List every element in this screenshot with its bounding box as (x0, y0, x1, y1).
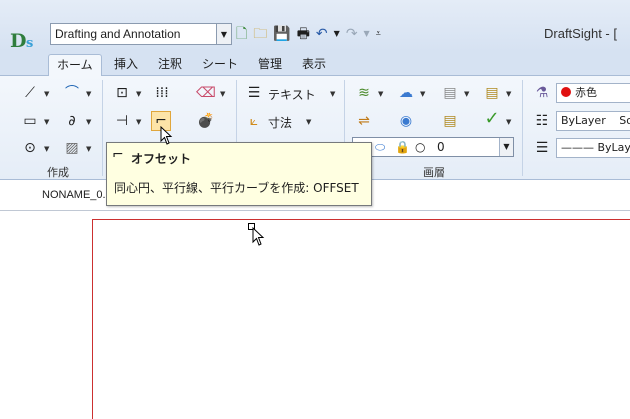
layer-filter-dropdown-icon[interactable]: ▼ (464, 90, 469, 98)
color-value: 赤色 (575, 86, 597, 99)
layer-match-icon[interactable]: ⇌ (354, 112, 374, 130)
open-folder-icon[interactable]: 🗀 (253, 24, 267, 44)
save-icon[interactable]: 💾 (273, 24, 290, 44)
linestyle-combo[interactable]: ByLayer So (556, 111, 630, 131)
layer-properties-icon[interactable]: ▤ (482, 84, 502, 102)
layer-previous-icon[interactable]: ▤ (440, 112, 460, 130)
match-properties-icon[interactable]: ⚗ (532, 84, 552, 102)
make-current-dropdown-icon[interactable]: ▼ (506, 118, 511, 126)
linestyle-icon[interactable]: ☷ (532, 112, 552, 130)
lineweight-value: ——— ByLay (561, 141, 630, 154)
make-current-icon[interactable]: ✓ (482, 110, 502, 128)
erase-icon[interactable]: ⌫ (196, 84, 216, 102)
hatch-icon[interactable]: ▨ (62, 139, 82, 157)
layer-filter-icon[interactable]: ▤ (440, 84, 460, 102)
chevron-down-icon[interactable]: ▼ (216, 24, 231, 44)
layer-manager-icon[interactable]: ≋ (354, 84, 374, 102)
linestyle-value: ByLayer (561, 114, 606, 127)
text-button-label[interactable]: テキスト (268, 86, 316, 103)
polyline-icon[interactable]: ⌒ (62, 84, 82, 102)
rectangle-icon[interactable]: ▭ (20, 112, 40, 130)
dimension-button-label[interactable]: 寸法 (268, 114, 292, 131)
dimension-dropdown-icon[interactable]: ▼ (306, 118, 311, 126)
spline-dropdown-icon[interactable]: ▼ (86, 118, 91, 126)
move-dropdown-icon[interactable]: ▼ (136, 90, 141, 98)
array-icon[interactable]: ⁞⁞⁞ (152, 84, 172, 102)
erase-dropdown-icon[interactable]: ▼ (220, 90, 225, 98)
line-dropdown-icon[interactable]: ▼ (44, 90, 49, 98)
color-swatch (561, 87, 571, 97)
layer-isolate-icon[interactable]: ◉ (396, 112, 416, 130)
move-icon[interactable]: ⊡ (112, 84, 132, 102)
spline-icon[interactable]: ∂ (62, 112, 82, 130)
hatch-dropdown-icon[interactable]: ▼ (86, 145, 91, 153)
line-icon[interactable]: ⟋ (20, 84, 40, 102)
ribbon-tabs: ホーム 挿入 注釈 シート 管理 表示 (0, 52, 630, 76)
polyline-dropdown-icon[interactable]: ▼ (86, 90, 91, 98)
tab-annotate[interactable]: 注釈 (150, 54, 190, 76)
text-icon[interactable]: ☰ (244, 84, 264, 102)
trim-dropdown-icon[interactable]: ▼ (136, 118, 141, 126)
circle-dropdown-icon[interactable]: ▼ (44, 145, 49, 153)
tooltip-title: オフセット (131, 152, 192, 166)
panel-separator (102, 80, 103, 176)
panel-label-create: 作成 (47, 166, 69, 179)
lineweight-icon[interactable]: ☰ (532, 139, 552, 157)
new-file-icon[interactable]: 🗋 (236, 24, 247, 44)
tab-view[interactable]: 表示 (294, 54, 334, 76)
layer-visible-icon: ⬭ (375, 140, 386, 154)
layer-circle-icon: ○ (415, 140, 426, 154)
layer-state-dropdown-icon[interactable]: ▼ (420, 90, 425, 98)
circle-icon[interactable]: ⊙ (20, 139, 40, 157)
document-tab[interactable]: NONAME_0.d (42, 189, 112, 201)
panel-label-layer: 画層 (423, 166, 445, 179)
tab-manage[interactable]: 管理 (250, 54, 290, 76)
undo-icon[interactable]: ↶ (316, 24, 328, 44)
layer-value: 0 (437, 140, 445, 154)
layer-properties-dropdown-icon[interactable]: ▼ (506, 90, 511, 98)
layer-lock-icon: 🔒 (395, 140, 410, 154)
layer-combo[interactable]: ⬭ 🔒 ○ 0 ▼ (352, 137, 514, 157)
linestyle-extra: So (619, 114, 630, 127)
redo-dropdown-icon[interactable]: ▼ (364, 24, 370, 44)
layer-combo-dropdown-icon[interactable]: ▼ (499, 138, 513, 156)
panel-separator (522, 80, 523, 176)
undo-dropdown-icon[interactable]: ▼ (334, 24, 340, 44)
redo-icon[interactable]: ↷ (346, 24, 358, 44)
tooltip-description: 同心円、平行線、平行カーブを作成: OFFSET (114, 181, 359, 195)
workspace-value: Drafting and Annotation (55, 27, 181, 41)
customize-qat-icon[interactable]: ⩡ (376, 24, 381, 44)
dimension-icon[interactable]: ⟀ (244, 112, 264, 130)
drawing-canvas[interactable] (92, 219, 630, 419)
mouse-cursor-icon (252, 227, 265, 246)
tab-insert[interactable]: 挿入 (106, 54, 146, 76)
title-bar: Ds Drafting and Annotation ▼ 🗋 🗀 💾 🖶 ↶ ▼… (0, 0, 630, 52)
text-dropdown-icon[interactable]: ▼ (330, 90, 335, 98)
workspace-select[interactable]: Drafting and Annotation ▼ (50, 23, 232, 45)
color-combo[interactable]: 赤色 (556, 83, 630, 103)
offset-tooltip: ⌐ オフセット 同心円、平行線、平行カーブを作成: OFFSET (106, 142, 372, 206)
rectangle-dropdown-icon[interactable]: ▼ (44, 118, 49, 126)
trim-icon[interactable]: ⊣ (112, 112, 132, 130)
tab-sheet[interactable]: シート (194, 54, 246, 76)
layer-dropdown-icon[interactable]: ▼ (378, 90, 383, 98)
tab-home[interactable]: ホーム (48, 54, 102, 76)
layer-state-icon[interactable]: ☁ (396, 84, 416, 102)
lineweight-combo[interactable]: ——— ByLay (556, 138, 630, 158)
quick-access-toolbar: 🗋 🗀 💾 🖶 ↶ ▼ ↷ ▼ ⩡ (236, 24, 381, 44)
pointer-cursor-icon (160, 126, 173, 145)
app-title: DraftSight - [ (544, 26, 617, 41)
print-icon[interactable]: 🖶 (297, 24, 310, 44)
offset-tooltip-icon: ⌐ (112, 147, 124, 163)
explode-icon[interactable]: 💣 (196, 112, 216, 130)
